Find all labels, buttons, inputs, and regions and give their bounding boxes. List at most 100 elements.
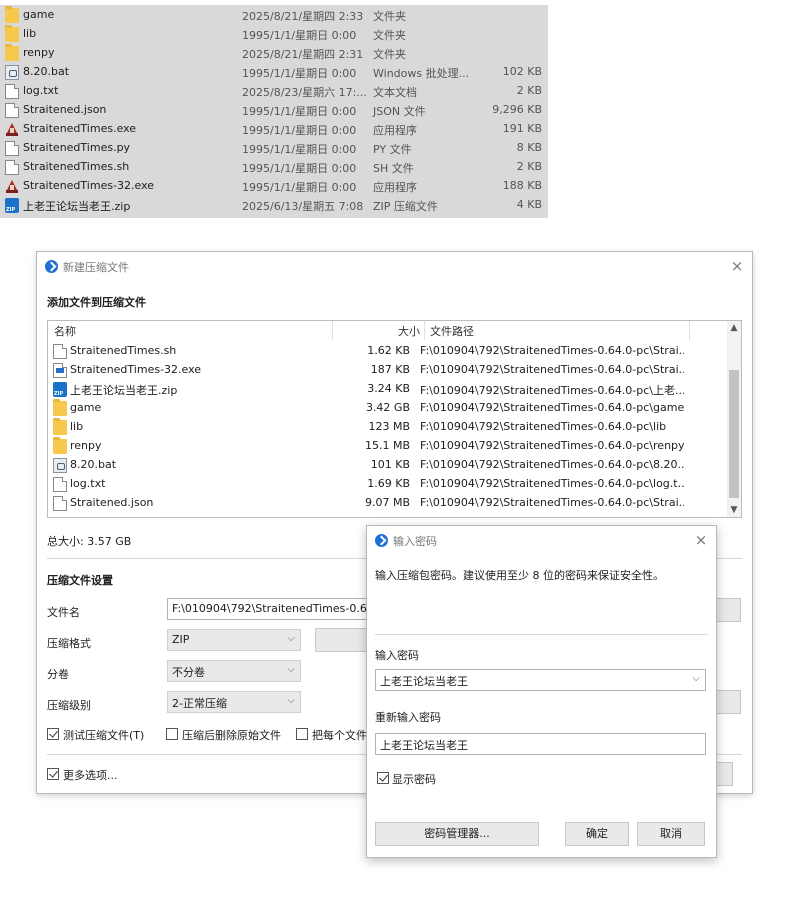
- explorer-row[interactable]: StraitenedTimes.exe 1995/1/1/星期日 0:00 应用程序…: [0, 120, 548, 139]
- scrollbar[interactable]: ▲ ▼: [727, 321, 741, 517]
- zip-icon: [5, 198, 19, 213]
- file-size: 15.1 MB: [364, 439, 410, 452]
- delete-original-checkbox[interactable]: [166, 728, 178, 740]
- file-date: 1995/1/1/星期日 0:00: [242, 162, 357, 175]
- file-date: 1995/1/1/星期日 0:00: [242, 143, 357, 156]
- file-name: renpy: [23, 46, 55, 59]
- file-row[interactable]: log.txt 1.69 KB F:\010904\792\StraitenedTi…: [48, 475, 728, 494]
- file-name: 8.20.bat: [23, 65, 70, 78]
- explorer-row[interactable]: 上老王论坛当老王.zip 2025/6/13/星期五 7:08 ZIP 压缩文件 4 …: [0, 196, 548, 215]
- password-confirm-input[interactable]: 上老王论坛当老王: [375, 733, 706, 755]
- file-row[interactable]: 上老王论坛当老王.zip 3.24 KB F:\010904\792\Straite…: [48, 380, 728, 399]
- password-dialog: 输入密码 × 输入压缩包密码。建议使用至少 8 位的密码来保证安全性。 输入密码…: [366, 525, 717, 858]
- file-name: Straitened.json: [70, 496, 154, 509]
- split-select[interactable]: 不分卷 ⌵: [167, 660, 301, 682]
- file-size: 3.42 GB: [365, 401, 410, 414]
- enter-password-label: 输入密码: [375, 649, 419, 662]
- file-icon: [5, 103, 19, 118]
- level-label: 压缩级别: [47, 699, 91, 712]
- exe-icon: [53, 363, 67, 378]
- file-size: 191 KB: [502, 122, 542, 135]
- scroll-down-icon[interactable]: ▼: [729, 505, 739, 515]
- file-name: log.txt: [70, 477, 106, 490]
- format-select[interactable]: ZIP ⌵: [167, 629, 301, 651]
- folder-icon: [5, 6, 19, 23]
- file-type: ZIP 压缩文件: [373, 200, 438, 213]
- file-row[interactable]: lib 123 MB F:\010904\792\StraitenedTimes-0…: [48, 418, 728, 437]
- file-date: 1995/1/1/星期日 0:00: [242, 29, 357, 42]
- column-size[interactable]: 大小: [398, 323, 420, 341]
- test-archive-label: 测试压缩文件(T): [63, 729, 145, 742]
- file-name: lib: [70, 420, 84, 433]
- app-icon: [5, 122, 19, 137]
- file-date: 2025/8/21/星期四 2:31: [242, 48, 364, 61]
- more-options-label: 更多选项...: [63, 769, 118, 782]
- file-type: JSON 文件: [373, 105, 426, 118]
- password-manager-button[interactable]: 密码管理器...: [375, 822, 539, 846]
- file-type: Windows 批处理...: [373, 67, 470, 80]
- settings-title: 压缩文件设置: [47, 574, 113, 587]
- chevron-down-icon: ⌵: [287, 695, 295, 706]
- batch-file-icon: [53, 458, 67, 473]
- explorer-row[interactable]: log.txt 2025/8/23/星期六 17:... 文本文档 2 KB: [0, 82, 548, 101]
- file-row[interactable]: 8.20.bat 101 KB F:\010904\792\StraitenedTi…: [48, 456, 728, 475]
- file-icon: [53, 344, 67, 359]
- file-path: F:\010904\792\StraitenedTimes-0.64.0-pc\…: [420, 496, 684, 509]
- file-row[interactable]: game 3.42 GB F:\010904\792\StraitenedTimes…: [48, 399, 728, 418]
- more-options-checkbox[interactable]: [47, 768, 59, 780]
- text-file-icon: [5, 84, 19, 99]
- close-icon[interactable]: ×: [694, 533, 708, 548]
- chevron-down-icon: ⌵: [287, 664, 295, 675]
- password-input[interactable]: 上老王论坛当老王 ⌵: [375, 669, 706, 691]
- file-type: 文件夹: [373, 29, 406, 42]
- cancel-button[interactable]: 取消: [637, 822, 705, 846]
- explorer-row[interactable]: StraitenedTimes.py 1995/1/1/星期日 0:00 PY 文件…: [0, 139, 548, 158]
- column-path[interactable]: 文件路径: [430, 323, 474, 341]
- file-icon: [5, 160, 19, 175]
- scroll-up-icon[interactable]: ▲: [729, 323, 739, 333]
- file-path: F:\010904\792\StraitenedTimes-0.64.0-pc\…: [420, 401, 684, 414]
- file-type: PY 文件: [373, 143, 412, 156]
- file-type: 应用程序: [373, 124, 417, 137]
- file-name: StraitenedTimes.sh: [70, 344, 177, 357]
- file-type: 文本文档: [373, 86, 417, 99]
- file-name: log.txt: [23, 84, 59, 97]
- file-row[interactable]: Straitened.json 9.07 MB F:\010904\792\Stra…: [48, 494, 728, 513]
- explorer-row[interactable]: game 2025/8/21/星期四 2:33 文件夹: [0, 6, 548, 25]
- show-password-label: 显示密码: [392, 773, 436, 786]
- total-size: 总大小: 3.57 GB: [47, 535, 132, 548]
- file-type: SH 文件: [373, 162, 414, 175]
- explorer-row[interactable]: renpy 2025/8/21/星期四 2:31 文件夹: [0, 44, 548, 63]
- explorer-row[interactable]: StraitenedTimes.sh 1995/1/1/星期日 0:00 SH 文件…: [0, 158, 548, 177]
- file-row[interactable]: StraitenedTimes.sh 1.62 KB F:\010904\792\S…: [48, 342, 728, 361]
- file-row[interactable]: renpy 15.1 MB F:\010904\792\StraitenedTime…: [48, 437, 728, 456]
- file-size: 9,296 KB: [492, 103, 542, 116]
- explorer-row[interactable]: lib 1995/1/1/星期日 0:00 文件夹: [0, 25, 548, 44]
- explorer-row[interactable]: Straitened.json 1995/1/1/星期日 0:00 JSON 文件 9…: [0, 101, 548, 120]
- app-logo-icon: [375, 534, 388, 547]
- reenter-password-label: 重新输入密码: [375, 711, 441, 724]
- close-icon[interactable]: ×: [730, 259, 744, 274]
- explorer-row[interactable]: 8.20.bat 1995/1/1/星期日 0:00 Windows 批处理... 1…: [0, 63, 548, 82]
- folder-icon: [5, 44, 19, 61]
- explorer-file-list: game 2025/8/21/星期四 2:33 文件夹 lib 1995/1/1/星期日…: [0, 5, 548, 218]
- column-name[interactable]: 名称: [54, 323, 76, 341]
- test-archive-checkbox[interactable]: [47, 728, 59, 740]
- file-date: 2025/8/23/星期六 17:...: [242, 86, 367, 99]
- password-hint: 输入压缩包密码。建议使用至少 8 位的密码来保证安全性。: [375, 569, 664, 582]
- each-file-checkbox[interactable]: [296, 728, 308, 740]
- scroll-thumb[interactable]: [729, 370, 739, 498]
- chevron-down-icon: ⌵: [287, 633, 295, 644]
- confirm-button[interactable]: 确定: [565, 822, 629, 846]
- file-date: 2025/6/13/星期五 7:08: [242, 200, 364, 213]
- file-name: game: [23, 8, 55, 21]
- level-select[interactable]: 2-正常压缩 ⌵: [167, 691, 301, 713]
- file-list[interactable]: 名称 大小 文件路径 StraitenedTimes.sh 1.62 KB F:\0…: [47, 320, 742, 518]
- show-password-checkbox[interactable]: [377, 772, 389, 784]
- file-date: 1995/1/1/星期日 0:00: [242, 181, 357, 194]
- explorer-row[interactable]: StraitenedTimes-32.exe 1995/1/1/星期日 0:00 应…: [0, 177, 548, 196]
- file-size: 187 KB: [370, 363, 410, 376]
- file-row[interactable]: StraitenedTimes-32.exe 187 KB F:\010904\79…: [48, 361, 728, 380]
- file-path: F:\010904\792\StraitenedTimes-0.64.0-pc\…: [420, 384, 684, 397]
- file-name: StraitenedTimes.py: [23, 141, 131, 154]
